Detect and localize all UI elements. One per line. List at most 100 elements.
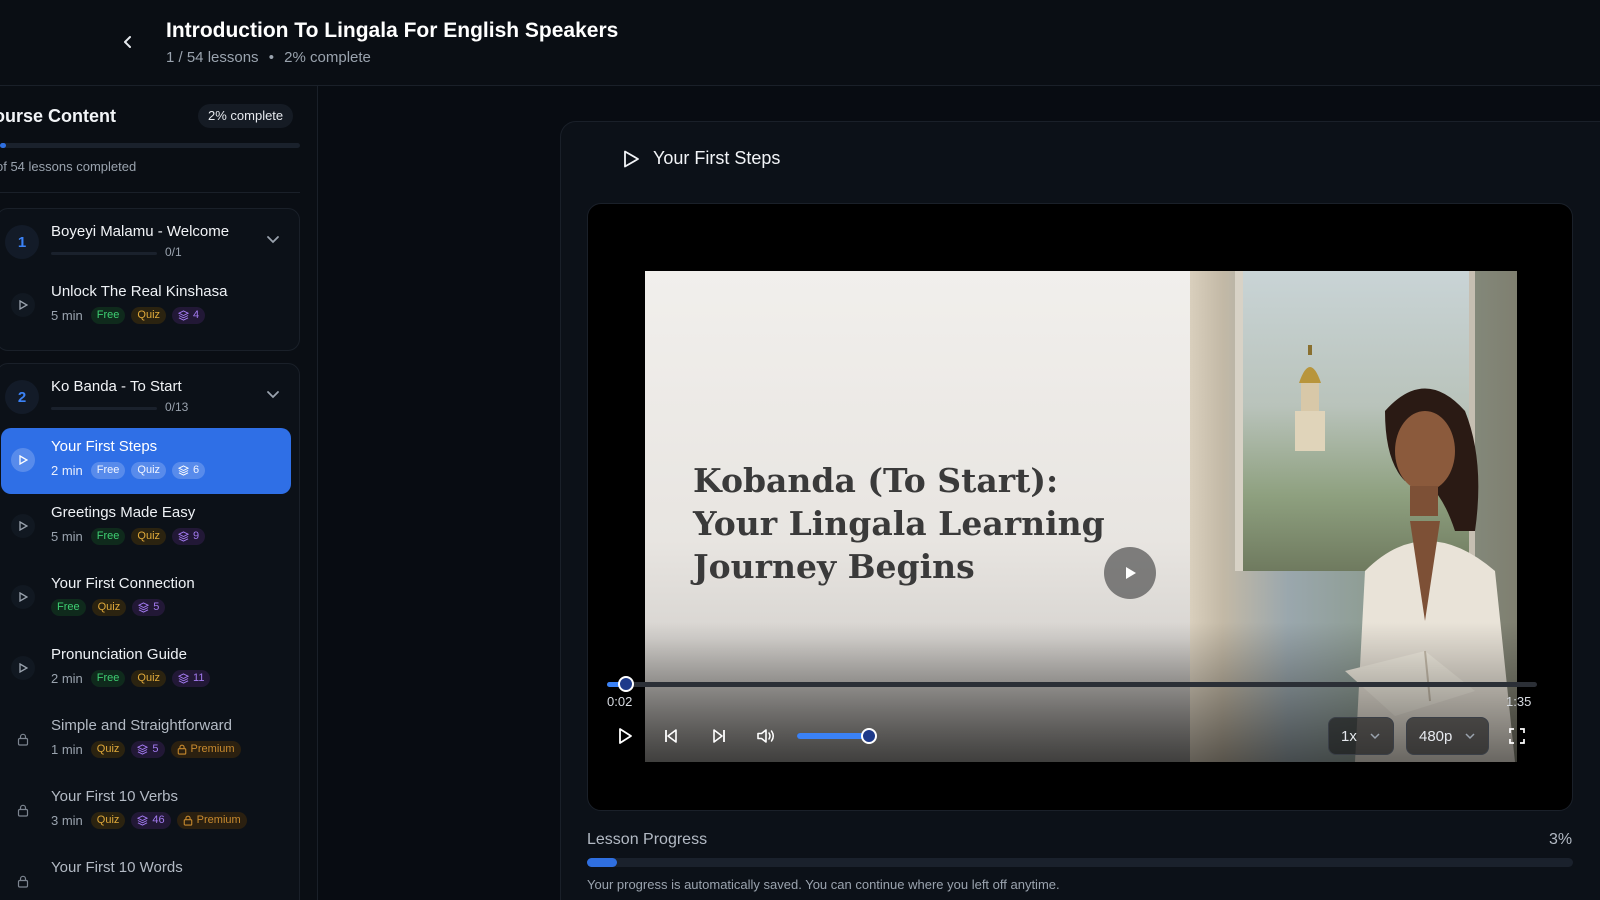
quiz-badge: Quiz bbox=[131, 670, 167, 687]
play-button[interactable] bbox=[612, 723, 638, 749]
lessons-completed-text: of 54 lessons completed bbox=[0, 159, 137, 174]
chevron-down-icon[interactable] bbox=[265, 386, 281, 402]
meta-separator: • bbox=[268, 49, 274, 66]
volume-handle[interactable] bbox=[861, 728, 877, 744]
free-badge: Free bbox=[90, 307, 126, 324]
skip-back-icon bbox=[665, 729, 677, 743]
autosave-note: Your progress is automatically saved. Yo… bbox=[587, 877, 1060, 892]
lesson-title: Your First 10 Verbs bbox=[51, 788, 179, 805]
lesson-duration: 2 min bbox=[51, 463, 83, 478]
lesson-duration: 1 min bbox=[51, 742, 83, 757]
playback-speed-select[interactable]: 1x bbox=[1328, 717, 1394, 755]
current-time: 0:02 bbox=[607, 694, 633, 709]
seek-bar[interactable] bbox=[607, 676, 1537, 692]
module-number: 2 bbox=[5, 380, 39, 414]
layers-count: 4 bbox=[193, 309, 200, 321]
play-icon bbox=[11, 514, 35, 538]
layers-badge: 5 bbox=[132, 599, 166, 616]
lesson-item[interactable]: Your First Connection Free Quiz 5 bbox=[0, 565, 299, 636]
layers-badge: 5 bbox=[131, 741, 165, 758]
lesson-progress-fill bbox=[587, 858, 617, 867]
lesson-meta: 1 min Quiz 5 Premium bbox=[51, 741, 241, 758]
lesson-item[interactable]: Unlock The Real Kinshasa 5 min Free Quiz… bbox=[0, 273, 299, 344]
seek-handle[interactable] bbox=[617, 676, 634, 692]
course-progress-bar bbox=[0, 143, 300, 148]
play-icon bbox=[11, 656, 35, 680]
lesson-progress-percent: 3% bbox=[1549, 831, 1573, 848]
mute-button[interactable] bbox=[753, 723, 779, 749]
lock-icon bbox=[177, 744, 186, 755]
quiz-badge: Quiz bbox=[90, 741, 126, 758]
lesson-meta: Free Quiz 5 bbox=[51, 599, 166, 616]
lesson-item-locked[interactable]: Your First 10 Words bbox=[0, 849, 299, 900]
lesson-item-active[interactable]: Your First Steps 2 min Free Quiz 6 bbox=[1, 428, 291, 494]
back-button[interactable] bbox=[116, 30, 140, 54]
module-count: 0/13 bbox=[165, 400, 189, 414]
layers-badge: 9 bbox=[172, 528, 206, 545]
video-player[interactable]: Kobanda (To Start): Your Lingala Learnin… bbox=[587, 203, 1573, 811]
volume-slider[interactable] bbox=[797, 728, 877, 744]
chevron-left-icon bbox=[124, 36, 131, 48]
lesson-item-locked[interactable]: Your First 10 Verbs 3 min Quiz 46 Premiu… bbox=[0, 778, 299, 849]
free-badge: Free bbox=[90, 462, 126, 479]
course-complete-text: 2% complete bbox=[284, 49, 371, 66]
lesson-meta: 2 min Free Quiz 6 bbox=[51, 462, 206, 479]
previous-button[interactable] bbox=[658, 723, 684, 749]
lesson-title: Simple and Straightforward bbox=[51, 717, 232, 734]
lesson-title: Your First Steps bbox=[51, 438, 158, 455]
play-icon bbox=[11, 585, 35, 609]
module-count: 0/1 bbox=[165, 245, 182, 259]
next-button[interactable] bbox=[706, 723, 732, 749]
layers-badge: 11 bbox=[172, 670, 211, 687]
video-frame[interactable]: Kobanda (To Start): Your Lingala Learnin… bbox=[645, 271, 1517, 762]
lesson-item-locked[interactable]: Simple and Straightforward 1 min Quiz 5 … bbox=[0, 707, 299, 778]
play-icon bbox=[619, 728, 632, 744]
fullscreen-button[interactable] bbox=[1504, 723, 1530, 749]
course-progress-fill bbox=[0, 143, 6, 148]
lesson-item[interactable]: Greetings Made Easy 5 min Free Quiz 9 bbox=[0, 494, 299, 565]
lesson-duration: 5 min bbox=[51, 308, 83, 323]
layers-icon bbox=[137, 815, 149, 826]
chevron-down-icon bbox=[1465, 733, 1475, 740]
lesson-title: Pronunciation Guide bbox=[51, 646, 187, 663]
lesson-title: Your First Connection bbox=[51, 575, 195, 592]
fullscreen-icon bbox=[1509, 728, 1525, 744]
lesson-item[interactable]: Pronunciation Guide 2 min Free Quiz 11 bbox=[0, 636, 299, 707]
course-sidebar: ourse Content 2% complete of 54 lessons … bbox=[0, 86, 318, 900]
lesson-meta: 3 min Quiz 46 Premium bbox=[51, 812, 247, 829]
module-header[interactable]: 1 Boyeyi Malamu - Welcome 0/1 bbox=[0, 209, 299, 273]
skip-forward-icon bbox=[713, 729, 725, 743]
quality-select[interactable]: 480p bbox=[1406, 717, 1490, 755]
sidebar-divider bbox=[0, 192, 300, 193]
layers-badge: 4 bbox=[172, 307, 206, 324]
module-progress-bar bbox=[51, 252, 157, 255]
play-icon bbox=[624, 150, 639, 167]
layers-icon bbox=[178, 531, 190, 542]
play-icon bbox=[1126, 567, 1136, 579]
center-play-button[interactable] bbox=[1104, 547, 1156, 599]
lessons-count: 1 / 54 lessons bbox=[166, 49, 259, 66]
layers-count: 5 bbox=[152, 743, 159, 755]
chevron-down-icon[interactable] bbox=[265, 231, 281, 247]
lock-icon bbox=[11, 798, 35, 822]
layers-icon bbox=[137, 744, 149, 755]
lesson-heading-title: Your First Steps bbox=[653, 148, 781, 168]
module-card: 2 Ko Banda - To Start 0/13 Your First St… bbox=[0, 363, 300, 900]
complete-badge: 2% complete bbox=[198, 104, 294, 128]
premium-badge: Premium bbox=[176, 812, 247, 829]
module-title: Ko Banda - To Start bbox=[51, 378, 182, 395]
layers-count: 6 bbox=[193, 464, 200, 476]
quality-value: 480p bbox=[1419, 727, 1453, 745]
layers-icon bbox=[178, 310, 190, 321]
chevron-down-icon bbox=[1370, 733, 1380, 740]
module-header[interactable]: 2 Ko Banda - To Start 0/13 bbox=[0, 364, 299, 428]
lesson-duration: 3 min bbox=[51, 813, 83, 828]
lock-icon bbox=[11, 869, 35, 893]
volume-fill bbox=[797, 733, 869, 739]
layers-count: 11 bbox=[193, 672, 205, 684]
quiz-badge: Quiz bbox=[131, 528, 167, 545]
layers-count: 46 bbox=[152, 814, 165, 826]
top-header: Introduction To Lingala For English Spea… bbox=[0, 0, 1600, 86]
total-duration: 1:35 bbox=[1506, 694, 1532, 709]
speed-value: 1x bbox=[1341, 727, 1357, 745]
